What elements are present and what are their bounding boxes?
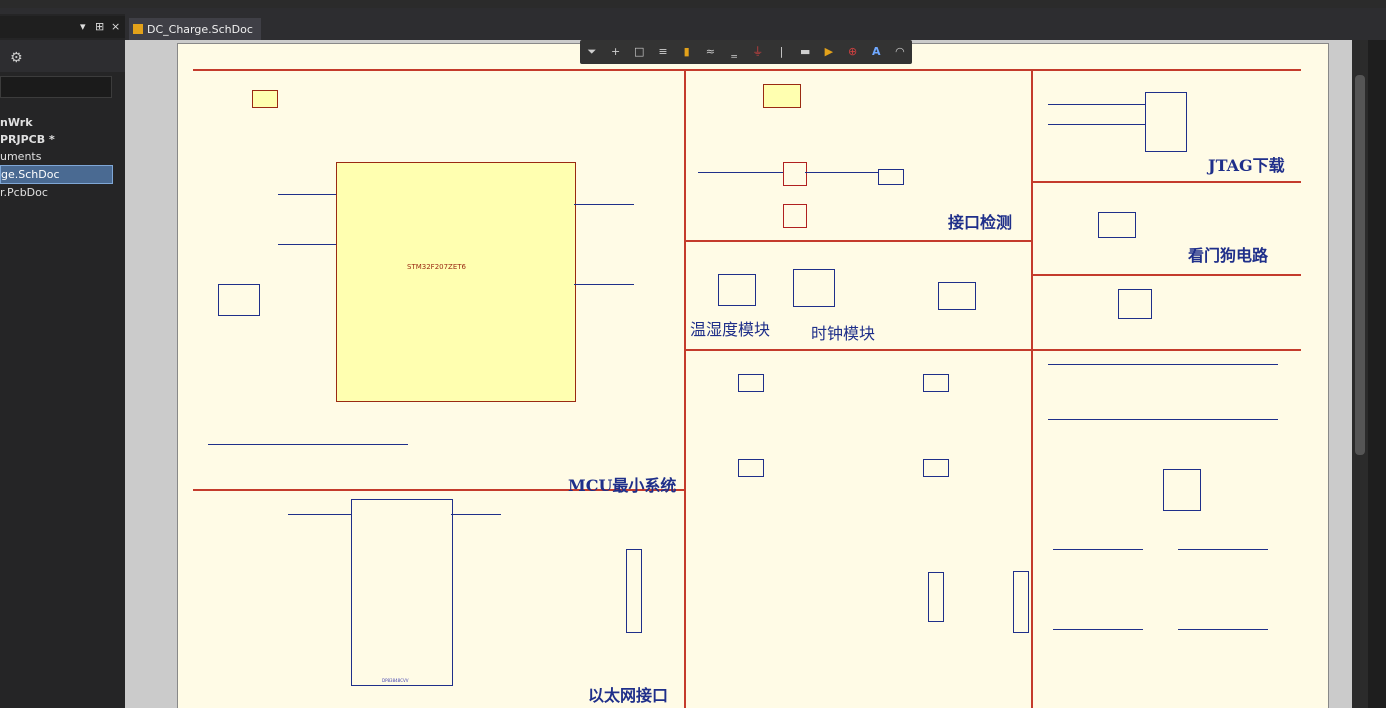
ldo-chip[interactable]: [763, 84, 801, 108]
divider-top: [193, 69, 1301, 72]
mcu-title: MCU最小系统: [568, 476, 677, 495]
plus-icon[interactable]: +: [609, 45, 623, 59]
bus-icon[interactable]: ≈: [703, 45, 717, 59]
right-edge: [1368, 40, 1386, 708]
divider-h-wdg: [1031, 274, 1301, 277]
document-tab[interactable]: DC_Charge.SchDoc: [129, 18, 261, 40]
wire: [278, 244, 336, 245]
align-icon[interactable]: ≡: [656, 45, 670, 59]
wire: [1048, 419, 1278, 420]
opamp-1[interactable]: [783, 162, 807, 186]
schematic-sheet[interactable]: STM32F207ZET6 MCU最小系统 接口检测 温湿度模块 时钟模块 JT…: [177, 43, 1329, 708]
tree-item-project[interactable]: PRJPCB *: [0, 131, 125, 148]
divider-h-jtag: [1031, 181, 1301, 184]
divider-v2: [1031, 69, 1034, 708]
connector-1[interactable]: [928, 572, 944, 622]
panel-menu-icon[interactable]: ▾: [80, 20, 86, 33]
filter-icon[interactable]: ⏷: [585, 45, 599, 59]
mcu-part-label: STM32F207ZET6: [407, 263, 467, 271]
harness-icon[interactable]: ▬: [798, 45, 812, 59]
component-icon[interactable]: ▮: [680, 45, 694, 59]
wire: [288, 514, 351, 515]
opto-block-4[interactable]: [923, 459, 949, 477]
opto-block-3[interactable]: [738, 459, 764, 477]
divider-h-relay: [1031, 349, 1301, 352]
divider-v1: [684, 69, 687, 708]
wire: [1053, 549, 1143, 550]
port-icon[interactable]: |: [774, 45, 788, 59]
wire: [1178, 549, 1268, 550]
optocoupler[interactable]: [878, 169, 904, 185]
vertical-scrollbar[interactable]: [1352, 40, 1368, 708]
net-icon[interactable]: ‗: [727, 45, 741, 59]
probe-icon[interactable]: ⊕: [846, 45, 860, 59]
eth-part-label: DP83848CVV: [382, 678, 409, 683]
search-input[interactable]: [0, 76, 112, 98]
wire: [451, 514, 501, 515]
schematic-canvas[interactable]: STM32F207ZET6 MCU最小系统 接口检测 温湿度模块 时钟模块 JT…: [125, 40, 1352, 708]
temp-sensor[interactable]: [718, 274, 756, 306]
wire: [1178, 629, 1268, 630]
wire: [698, 172, 783, 173]
watchdog-chip[interactable]: [1098, 212, 1136, 238]
panel-header: ▾ ⊞ ×: [0, 16, 125, 38]
opto-block-2[interactable]: [923, 374, 949, 392]
active-bar: ⏷ + □ ≡ ▮ ≈ ‗ ⏚ | ▬ ▶ ⊕ A ◠: [580, 40, 912, 64]
tree-item-schdoc[interactable]: ge.SchDoc: [0, 165, 113, 184]
sheet-entry-icon[interactable]: ▶: [822, 45, 836, 59]
wire: [574, 204, 634, 205]
clock-title: 时钟模块: [811, 324, 876, 343]
flash-chip[interactable]: [1118, 289, 1152, 319]
pin-icon[interactable]: ⊞: [95, 20, 104, 33]
jtag-title: JTAG下载: [1208, 156, 1285, 175]
eeprom-chip[interactable]: [938, 282, 976, 310]
rj45-connector[interactable]: [626, 549, 642, 633]
tree-item-documents[interactable]: uments: [0, 148, 125, 165]
connector-2[interactable]: [1013, 571, 1029, 633]
scrollbar-thumb[interactable]: [1355, 75, 1365, 455]
divider-h-iface: [684, 240, 1031, 243]
mcu-chip[interactable]: STM32F207ZET6: [336, 162, 576, 402]
arc-icon[interactable]: ◠: [893, 45, 907, 59]
wire: [1048, 124, 1145, 125]
text-icon[interactable]: A: [869, 45, 883, 59]
ethernet-phy[interactable]: DP83848CVV: [351, 499, 453, 686]
tree-item-workspace[interactable]: nWrk: [0, 114, 125, 131]
opto-block-1[interactable]: [738, 374, 764, 392]
iface-title: 接口检测: [948, 213, 1013, 232]
rtc-chip[interactable]: [793, 269, 835, 307]
power-icon[interactable]: ⏚: [751, 45, 765, 59]
select-rect-icon[interactable]: □: [632, 45, 646, 59]
regulator-chip[interactable]: [252, 90, 278, 108]
wire: [278, 194, 336, 195]
wire: [574, 284, 634, 285]
wire: [1048, 364, 1278, 365]
wire: [208, 444, 408, 445]
relay-driver[interactable]: [1163, 469, 1201, 511]
projects-panel: ▾ ⊞ × ⚙ nWrk PRJPCB * uments ge.SchDoc r…: [0, 14, 125, 708]
close-icon[interactable]: ×: [111, 20, 120, 33]
menu-bar: [0, 0, 1386, 8]
schdoc-icon: [133, 24, 143, 34]
document-tab-label: DC_Charge.SchDoc: [147, 22, 253, 36]
temp-title: 温湿度模块: [690, 320, 771, 339]
wire: [1048, 104, 1145, 105]
wire: [1053, 629, 1143, 630]
crystal-circuit[interactable]: [218, 284, 260, 316]
divider-h-clock: [684, 349, 1031, 352]
jtag-connector[interactable]: [1145, 92, 1187, 152]
watchdog-title: 看门狗电路: [1188, 246, 1269, 265]
gear-icon[interactable]: ⚙: [10, 50, 23, 66]
ethernet-title: 以太网接口: [588, 686, 669, 705]
project-tree: nWrk PRJPCB * uments ge.SchDoc r.PcbDoc: [0, 114, 125, 201]
tree-item-pcbdoc[interactable]: r.PcbDoc: [0, 184, 125, 201]
wire: [805, 172, 878, 173]
opamp-2[interactable]: [783, 204, 807, 228]
